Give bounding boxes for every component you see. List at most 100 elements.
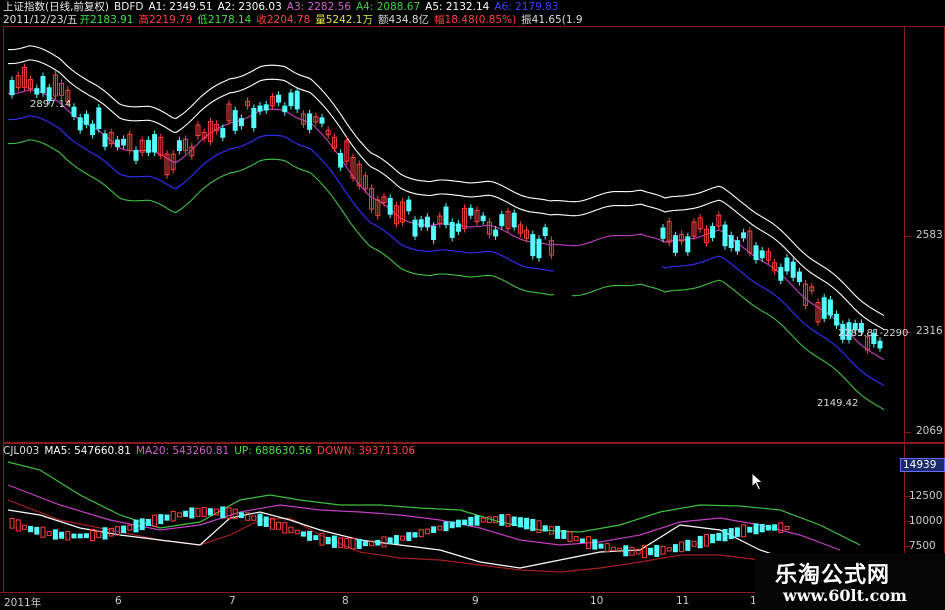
price-candle-body [734, 240, 740, 252]
chart-canvas [7, 45, 885, 573]
watermark-url: www.60lt.com [783, 586, 907, 605]
price-candle-body [263, 104, 269, 111]
price-candle-body [114, 139, 120, 148]
volume-bar [207, 508, 213, 516]
price-candle-body [468, 207, 474, 216]
price-candle-body [722, 224, 728, 247]
volume-bar [195, 507, 201, 517]
volume-bar [468, 516, 474, 526]
volume-bar [629, 547, 635, 556]
price-candle-body [9, 80, 15, 96]
price-candle-body [784, 257, 790, 272]
info-amount: 额434.8亿 [378, 14, 430, 26]
price-candle-body [753, 245, 759, 261]
price-candle-body [418, 219, 424, 228]
price-candle-body [449, 222, 455, 238]
volume-bar [238, 512, 244, 518]
volume-bar [567, 531, 573, 542]
watermark-title: 乐淘公式网 [775, 563, 891, 588]
volume-ma20: MA20: 543260.81 [135, 445, 230, 457]
current-volume-label: 14939 [903, 459, 937, 471]
volume-bar [325, 536, 331, 545]
volume-bar [307, 530, 313, 541]
band-outer-line [8, 45, 885, 317]
volume-bar [40, 526, 46, 538]
volume-bar [666, 547, 672, 552]
volume-bar [375, 539, 381, 546]
price-candle-body [493, 229, 499, 237]
date-label-8: 8 [342, 595, 349, 607]
price-candle-body [34, 88, 40, 95]
volume-bar [462, 519, 468, 525]
volume-bar [189, 507, 195, 519]
price-candle-body [83, 113, 89, 125]
index-name: 上证指数(日线,前复权) [3, 1, 110, 13]
price-candle-body [778, 266, 784, 281]
volume-bar [21, 524, 27, 530]
volume-bar [555, 525, 561, 539]
price-candle-body [660, 227, 666, 239]
mouse-cursor-icon [751, 472, 764, 491]
volume-bar [34, 526, 40, 535]
volume-bar [542, 525, 548, 532]
date-label-6: 6 [115, 595, 122, 607]
price-candle-body [294, 90, 300, 110]
band-upper-line [8, 59, 885, 331]
volume-bar [784, 525, 790, 531]
price-candle-body [251, 107, 257, 129]
price-candle-body [319, 117, 325, 124]
volume-bar [183, 510, 189, 517]
volume-bar [660, 545, 666, 555]
price-candle-body [685, 236, 691, 253]
volume-ma20-line [7, 484, 841, 551]
volume-bar [648, 547, 654, 556]
volume-bar [276, 521, 282, 530]
volume-bar [759, 524, 765, 533]
volume-bar [176, 512, 182, 518]
volume-bar [530, 519, 536, 531]
price-candle-body [424, 216, 430, 228]
volume-bar [592, 539, 598, 550]
volume-bar [679, 541, 685, 553]
volume-label-12500: 12500 [909, 490, 943, 502]
a1-value: A1: 2349.51 [148, 1, 213, 13]
info-amplitude: 振41.65(1.9 [521, 14, 583, 26]
volume-bar [511, 516, 517, 527]
info-low: 低2178.14 [197, 14, 252, 26]
volume-up: UP: 688630.56 [234, 445, 312, 457]
price-candle-body [152, 134, 158, 153]
price-candle-body [672, 235, 678, 253]
price-candle-body [232, 110, 238, 131]
volume-bar [15, 519, 21, 532]
volume-bar [536, 520, 542, 533]
price-candle-body [455, 223, 461, 232]
volume-bar [52, 529, 58, 540]
volume-bar [480, 517, 486, 523]
price-candle-body [96, 107, 102, 130]
volume-bar [251, 515, 257, 521]
volume-bar [728, 528, 734, 540]
price-candle-body [288, 92, 294, 107]
volume-bar [158, 514, 164, 525]
volume-ma5: MA5: 547660.81 [44, 445, 131, 457]
indicator-name: BDFD [114, 1, 144, 13]
price-candle-body [338, 153, 344, 168]
price-label-2316: 2316 [916, 325, 943, 337]
volume-bar [517, 517, 523, 528]
volume-bar [455, 519, 461, 528]
volume-bar [28, 525, 34, 533]
volume-bar [152, 514, 158, 527]
volume-header: CJL003 MA5: 547660.81 MA20: 543260.81 UP: 6… [3, 445, 420, 458]
volume-bar [387, 537, 393, 545]
volume-bar [133, 519, 139, 533]
price-candle-body [530, 234, 536, 257]
price-candle-body [536, 238, 542, 259]
volume-bar [716, 532, 722, 541]
volume-bar [524, 517, 530, 530]
volume-bar [170, 510, 176, 522]
volume-bar [437, 525, 443, 531]
volume-bar [623, 545, 629, 557]
volume-bar [294, 529, 300, 535]
volume-bar [561, 530, 567, 539]
a5-value: A5: 2132.14 [425, 1, 490, 13]
